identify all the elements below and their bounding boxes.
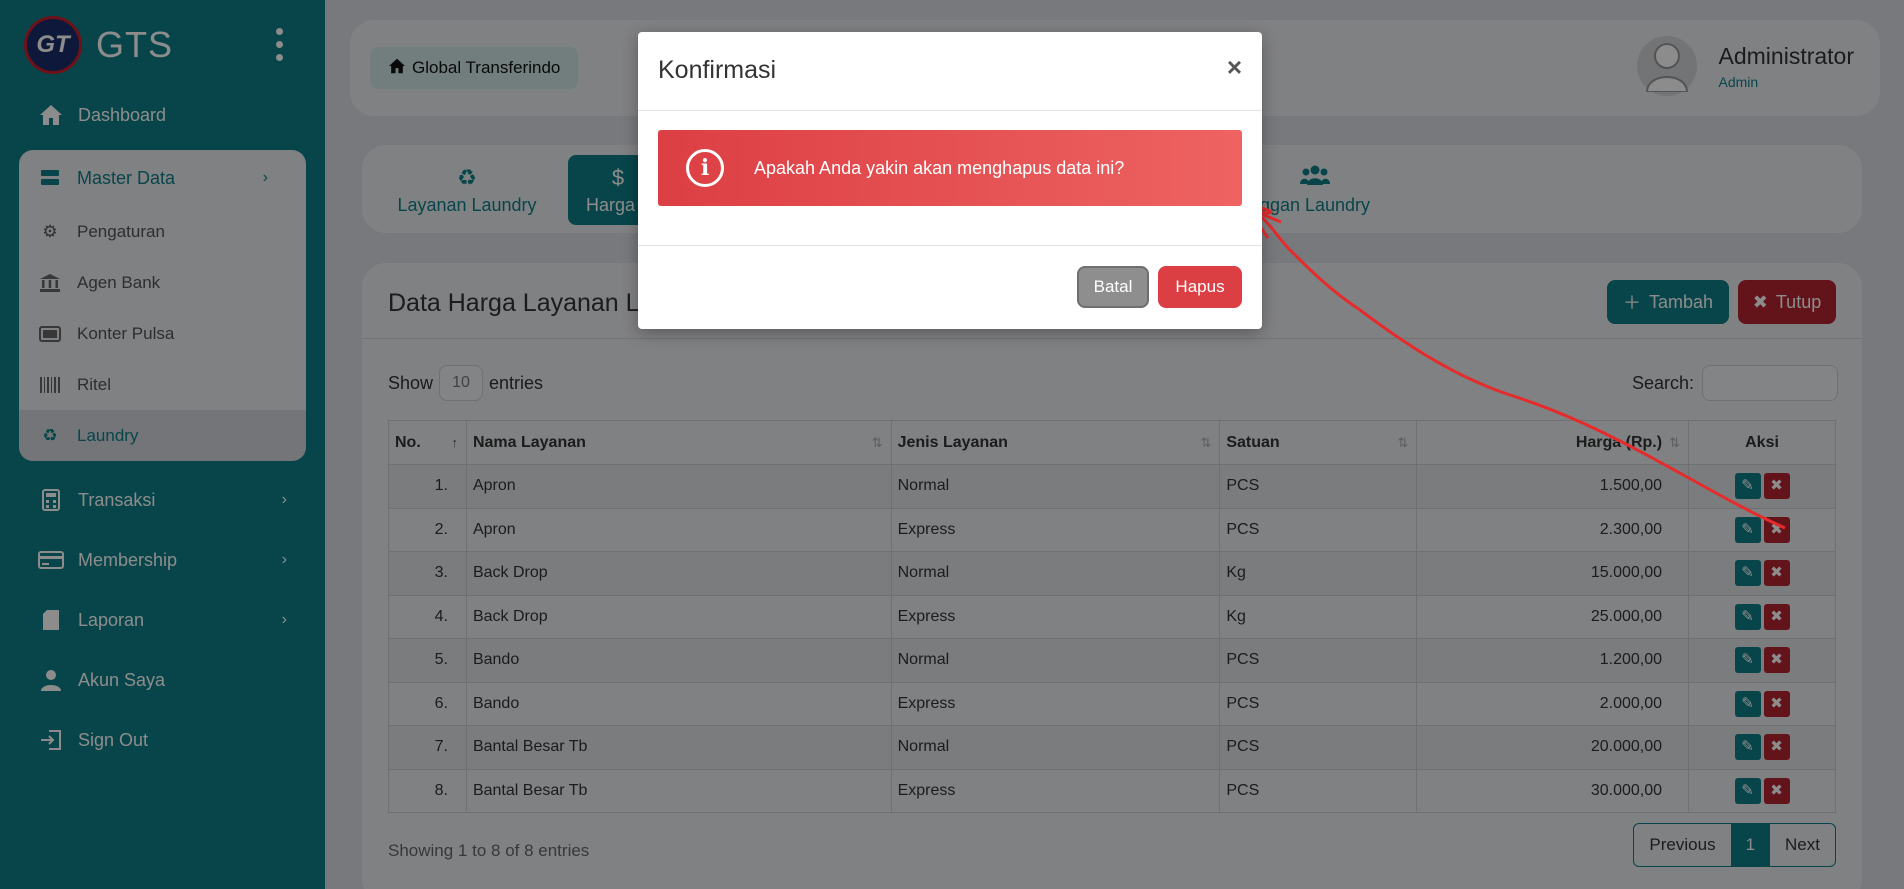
divider [638, 110, 1262, 111]
dialog-close-icon[interactable]: × [1227, 52, 1242, 83]
delete-button[interactable]: Hapus [1158, 266, 1242, 308]
alert-message: Apakah Anda yakin akan menghapus data in… [754, 157, 1125, 178]
dialog-title: Konfirmasi [658, 56, 777, 84]
info-icon: i [686, 149, 724, 187]
cancel-button[interactable]: Batal [1077, 266, 1149, 308]
divider [638, 245, 1262, 246]
alert-danger: i Apakah Anda yakin akan menghapus data … [658, 130, 1242, 206]
confirm-dialog: Konfirmasi × i Apakah Anda yakin akan me… [638, 32, 1262, 329]
